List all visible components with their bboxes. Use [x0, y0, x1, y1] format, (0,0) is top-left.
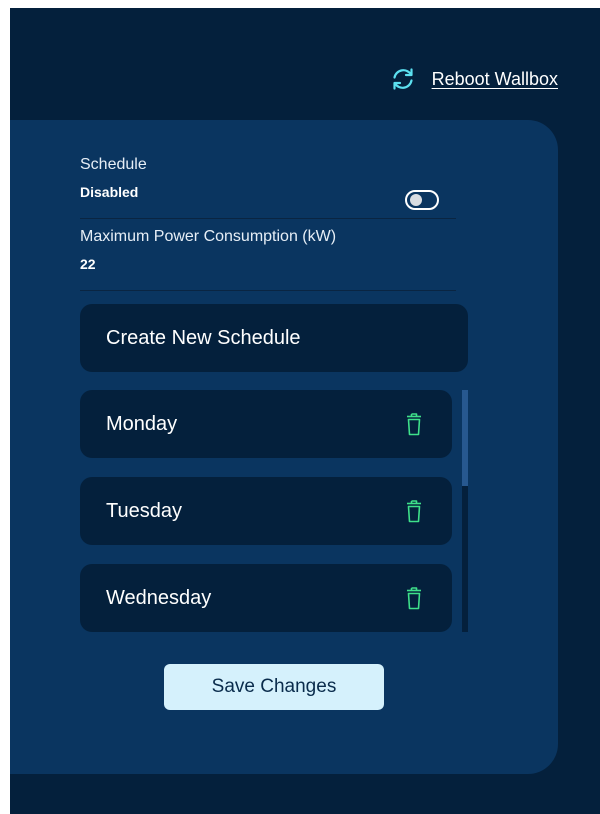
divider	[80, 218, 456, 219]
max-power-title: Maximum Power Consumption (kW)	[80, 228, 337, 245]
app-viewport: Reboot Wallbox Schedule Disabled Maximum…	[10, 8, 600, 814]
create-new-schedule-button[interactable]: Create New Schedule	[80, 304, 468, 372]
schedule-list: Monday Tuesday Wednesday	[80, 390, 468, 632]
max-power-setting: Maximum Power Consumption (kW) 22	[80, 228, 456, 272]
divider	[80, 290, 456, 291]
trash-icon[interactable]	[406, 412, 422, 436]
scrollbar-thumb[interactable]	[462, 390, 468, 486]
schedule-item-monday[interactable]: Monday	[80, 390, 452, 458]
schedule-setting: Schedule Disabled	[80, 156, 456, 200]
schedule-day-label: Tuesday	[106, 499, 182, 522]
reboot-wallbox-label[interactable]: Reboot Wallbox	[432, 69, 558, 90]
schedule-status: Disabled	[80, 184, 139, 200]
max-power-value: 22	[80, 256, 96, 272]
settings-panel: Schedule Disabled Maximum Power Consumpt…	[10, 120, 558, 774]
schedule-item-wednesday[interactable]: Wednesday	[80, 564, 452, 632]
schedule-title: Schedule	[80, 156, 147, 173]
save-changes-button[interactable]: Save Changes	[164, 664, 384, 710]
schedule-day-label: Wednesday	[106, 586, 212, 609]
create-new-schedule-label: Create New Schedule	[106, 326, 301, 349]
schedule-item-tuesday[interactable]: Tuesday	[80, 477, 452, 545]
schedule-toggle[interactable]	[405, 190, 439, 210]
trash-icon[interactable]	[406, 499, 422, 523]
trash-icon[interactable]	[406, 586, 422, 610]
refresh-icon[interactable]	[390, 66, 416, 92]
toggle-knob	[410, 194, 422, 206]
schedule-day-label: Monday	[106, 412, 178, 435]
schedule-list-scrollbar[interactable]	[462, 390, 468, 632]
save-changes-label: Save Changes	[211, 676, 337, 697]
reboot-wallbox-link[interactable]: Reboot Wallbox	[390, 66, 558, 92]
